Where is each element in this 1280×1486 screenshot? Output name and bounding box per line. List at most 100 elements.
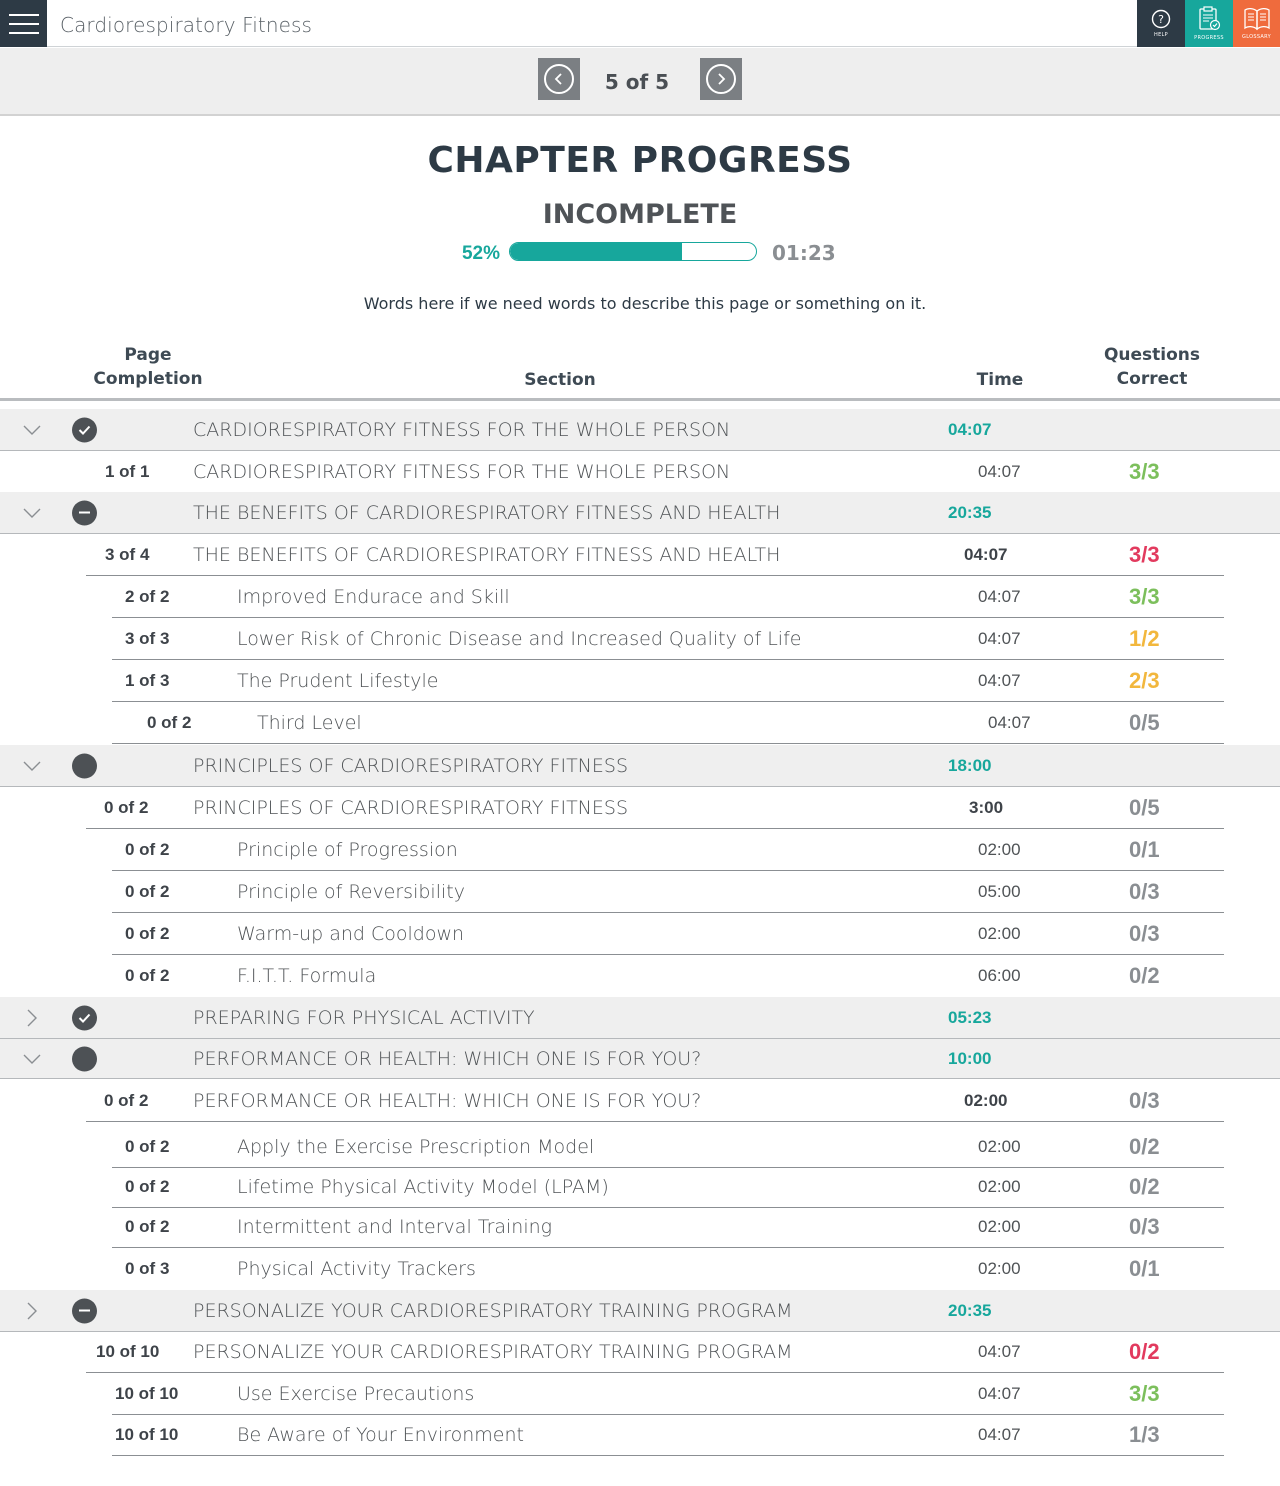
row-time: 04:07 — [978, 1384, 1021, 1403]
table-row[interactable]: 0 of 2 Warm-up and Cooldown 02:00 0/3 — [0, 913, 1280, 955]
page-completion: 0 of 2 — [125, 1137, 170, 1156]
chevron-down-icon[interactable] — [22, 1049, 42, 1069]
next-page-button[interactable] — [700, 58, 742, 100]
check-circle-icon — [72, 417, 97, 442]
section-name: PERFORMANCE OR HEALTH: WHICH ONE IS FOR … — [193, 1090, 702, 1112]
row-time: 02:00 — [978, 924, 1021, 943]
filled-circle-icon — [72, 1046, 97, 1071]
table-row[interactable]: 1 of 3 The Prudent Lifestyle 04:07 2/3 — [0, 660, 1280, 702]
questions-correct: 3/3 — [1129, 584, 1160, 609]
column-header-section: Section — [524, 370, 596, 390]
previous-page-button[interactable] — [538, 58, 580, 100]
questions-correct: 0/5 — [1129, 795, 1160, 820]
table-row[interactable]: 0 of 3 Physical Activity Trackers 02:00 0/1 — [0, 1248, 1280, 1290]
section-name: Principle of Progression — [237, 839, 458, 861]
check-circle-icon — [72, 1005, 97, 1030]
table-row[interactable]: 0 of 2 Principle of Progression 02:00 0/1 — [0, 829, 1280, 871]
table-row[interactable]: 0 of 2 PERFORMANCE OR HEALTH: WHICH ONE I… — [0, 1080, 1280, 1122]
section-name: Warm-up and Cooldown — [237, 923, 465, 945]
row-time: 04:07 — [978, 671, 1021, 690]
minus-circle-icon — [72, 1298, 97, 1323]
column-header-completion: Page Completion — [88, 343, 208, 391]
page-description: Words here if we need words to describe … — [363, 294, 927, 313]
section-row[interactable]: PERSONALIZE YOUR CARDIORESPIRATORY TRAIN… — [0, 1290, 1280, 1332]
table-row[interactable]: 10 of 10 Use Exercise Precautions 04:07 3/3 — [0, 1373, 1280, 1415]
elapsed-time: 01:23 — [772, 241, 836, 265]
section-row[interactable]: PREPARING FOR PHYSICAL ACTIVITY 05:23 — [0, 997, 1280, 1039]
table-row[interactable]: 0 of 2 Third Level 04:07 0/5 — [0, 702, 1280, 744]
section-name: The Prudent Lifestyle — [237, 670, 439, 692]
section-row[interactable]: PERFORMANCE OR HEALTH: WHICH ONE IS FOR … — [0, 1039, 1280, 1079]
section-title: CARDIORESPIRATORY FITNESS FOR THE WHOLE … — [193, 418, 731, 441]
row-time: 04:07 — [978, 1425, 1021, 1444]
section-time: 18:00 — [948, 755, 992, 775]
section-time: 04:07 — [948, 419, 992, 439]
table-row[interactable]: 3 of 4 THE BENEFITS OF CARDIORESPIRATORY … — [0, 534, 1280, 576]
row-time: 02:00 — [978, 1259, 1021, 1278]
top-bar: Cardiorespiratory Fitness ? HELP PROGRES… — [0, 0, 1280, 47]
progress-percent: 52% — [461, 243, 500, 264]
section-name: F.I.T.T. Formula — [237, 965, 377, 987]
section-row[interactable]: CARDIORESPIRATORY FITNESS FOR THE WHOLE … — [0, 409, 1280, 451]
filled-circle-icon — [72, 753, 97, 778]
questions-correct: 2/3 — [1129, 668, 1160, 693]
page-completion: 0 of 2 — [125, 966, 170, 985]
progress-label: PROGRESS — [1194, 35, 1224, 41]
row-time: 04:07 — [978, 629, 1021, 648]
page-navigator: 5 of 5 — [0, 48, 1280, 116]
column-header-questions-line1: Questions — [1103, 345, 1201, 365]
page-completion: 10 of 10 — [96, 1342, 160, 1361]
row-divider — [112, 743, 1224, 744]
questions-correct: 0/2 — [1129, 1339, 1160, 1364]
chevron-right-icon[interactable] — [22, 1301, 42, 1321]
row-time: 04:07 — [964, 545, 1008, 564]
chevron-right-icon[interactable] — [22, 1008, 42, 1028]
page-completion: 0 of 2 — [104, 1091, 149, 1110]
table-row[interactable]: 0 of 2 Intermittent and Interval Training… — [0, 1206, 1280, 1248]
questions-correct: 3/3 — [1129, 1381, 1160, 1406]
questions-correct: 0/5 — [1129, 710, 1160, 735]
table-row[interactable]: 0 of 2 Principle of Reversibility 05:00 0/3 — [0, 871, 1280, 913]
header-divider — [0, 398, 1280, 401]
table-row[interactable]: 1 of 1 CARDIORESPIRATORY FITNESS FOR THE … — [0, 451, 1280, 493]
questions-correct: 0/1 — [1129, 837, 1160, 862]
questions-correct: 3/3 — [1129, 459, 1160, 484]
section-title: THE BENEFITS OF CARDIORESPIRATORY FITNES… — [193, 501, 781, 524]
table-row[interactable]: 0 of 2 F.I.T.T. Formula 06:00 0/2 — [0, 955, 1280, 997]
questions-correct: 0/1 — [1129, 1256, 1160, 1281]
section-row[interactable]: THE BENEFITS OF CARDIORESPIRATORY FITNES… — [0, 492, 1280, 534]
section-time: 20:35 — [948, 502, 992, 522]
table-row[interactable]: 0 of 2 PRINCIPLES OF CARDIORESPIRATORY FI… — [0, 787, 1280, 829]
section-time: 10:00 — [948, 1048, 992, 1068]
help-button[interactable]: ? HELP — [1137, 0, 1185, 47]
chevron-down-icon[interactable] — [22, 503, 42, 523]
section-row[interactable]: PRINCIPLES OF CARDIORESPIRATORY FITNESS 1… — [0, 745, 1280, 787]
chevron-down-icon[interactable] — [22, 756, 42, 776]
table-row[interactable]: 10 of 10 Be Aware of Your Environment 04:0… — [0, 1414, 1280, 1456]
page-title: CHAPTER PROGRESS — [427, 140, 853, 181]
page-completion: 3 of 3 — [125, 629, 170, 648]
progress-bar-fill — [510, 243, 683, 260]
help-label: HELP — [1154, 32, 1168, 38]
chevron-right-icon — [706, 64, 736, 94]
row-time: 02:00 — [978, 1217, 1021, 1236]
table-row[interactable]: 0 of 2 Apply the Exercise Prescription Mo… — [0, 1126, 1280, 1168]
table-row[interactable]: 2 of 2 Improved Endurace and Skill 04:07 3/… — [0, 576, 1280, 618]
table-row[interactable]: 0 of 2 Lifetime Physical Activity Model (… — [0, 1166, 1280, 1208]
minus-circle-icon — [72, 500, 97, 525]
page-completion: 0 of 2 — [125, 1217, 170, 1236]
progress-button[interactable]: PROGRESS — [1185, 0, 1233, 47]
status-label: INCOMPLETE — [542, 199, 738, 230]
table-row[interactable]: 3 of 3 Lower Risk of Chronic Disease and … — [0, 618, 1280, 660]
row-time: 04:07 — [988, 713, 1031, 732]
chevron-down-icon[interactable] — [22, 420, 42, 440]
section-name: PRINCIPLES OF CARDIORESPIRATORY FITNESS — [193, 797, 629, 819]
glossary-button[interactable]: GLOSSARY — [1233, 0, 1280, 47]
table-row[interactable]: 10 of 10 PERSONALIZE YOUR CARDIORESPIRATO… — [0, 1331, 1280, 1373]
section-time: 20:35 — [948, 1300, 992, 1320]
section-name: Use Exercise Precautions — [237, 1383, 475, 1405]
section-name: Improved Endurace and Skill — [237, 586, 510, 608]
questions-correct: 0/2 — [1129, 1174, 1160, 1199]
hamburger-menu-icon[interactable] — [0, 0, 47, 47]
section-title: PRINCIPLES OF CARDIORESPIRATORY FITNESS — [193, 754, 629, 777]
